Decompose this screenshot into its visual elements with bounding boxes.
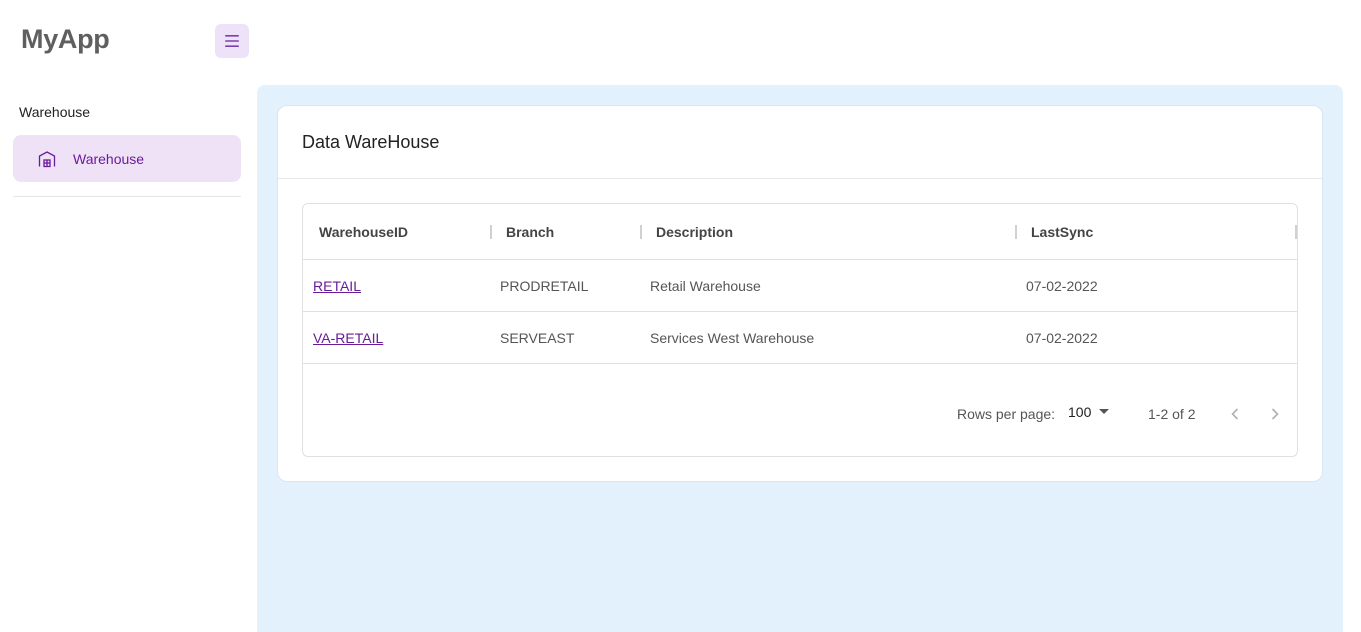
chevron-left-icon: [1231, 408, 1239, 420]
rows-per-page-select[interactable]: 100: [1068, 404, 1110, 420]
rows-per-page-label: Rows per page:: [957, 406, 1056, 422]
column-resize-handle[interactable]: [640, 225, 642, 239]
warehouse-card: Data WareHouse WarehouseID Branch Descri…: [277, 105, 1323, 482]
branch-cell: PRODRETAIL: [500, 278, 589, 294]
table-header: WarehouseID Branch Description LastSync: [303, 204, 1297, 260]
menu-toggle-button[interactable]: [215, 24, 249, 58]
column-resize-handle[interactable]: [490, 225, 492, 239]
sidebar-item-label: Warehouse: [73, 150, 145, 167]
table-row[interactable]: RETAIL PRODRETAIL Retail Warehouse 07-02…: [303, 260, 1297, 312]
pagination-range: 1-2 of 2: [1148, 406, 1196, 422]
hamburger-icon: [225, 35, 239, 47]
warehouse-id-link[interactable]: RETAIL: [313, 278, 361, 294]
column-resize-handle[interactable]: [1015, 225, 1017, 239]
warehouse-icon: [37, 149, 57, 169]
column-header-lastsync[interactable]: LastSync: [1031, 204, 1093, 260]
chevron-right-icon: [1271, 408, 1279, 420]
column-header-branch[interactable]: Branch: [506, 204, 554, 260]
previous-page-button[interactable]: [1222, 401, 1248, 427]
card-title: Data WareHouse: [302, 132, 440, 152]
description-cell: Services West Warehouse: [650, 330, 815, 346]
description-cell: Retail Warehouse: [650, 278, 761, 294]
rows-per-page-value: 100: [1068, 404, 1092, 420]
app-title: MyApp: [21, 24, 110, 54]
column-header-description[interactable]: Description: [656, 204, 733, 260]
sidebar-item-warehouse[interactable]: Warehouse: [13, 135, 241, 182]
warehouse-table: WarehouseID Branch Description LastSync …: [302, 203, 1298, 457]
sidebar-section-label: Warehouse: [19, 104, 91, 120]
warehouse-id-link[interactable]: VA-RETAIL: [313, 330, 383, 346]
sidebar-divider: [13, 196, 241, 197]
branch-cell: SERVEAST: [500, 330, 575, 346]
last-sync-cell: 07-02-2022: [1026, 278, 1098, 294]
table-row[interactable]: VA-RETAIL SERVEAST Services West Warehou…: [303, 312, 1297, 364]
next-page-button[interactable]: [1262, 401, 1288, 427]
last-sync-cell: 07-02-2022: [1026, 330, 1098, 346]
table-pagination: Rows per page: 100 1-2 of 2: [303, 364, 1297, 426]
caret-down-icon: [1099, 409, 1110, 414]
column-header-warehouseid[interactable]: WarehouseID: [319, 204, 408, 260]
card-divider: [278, 178, 1322, 179]
main-content: Data WareHouse WarehouseID Branch Descri…: [257, 85, 1343, 632]
column-resize-handle[interactable]: [1295, 225, 1297, 239]
